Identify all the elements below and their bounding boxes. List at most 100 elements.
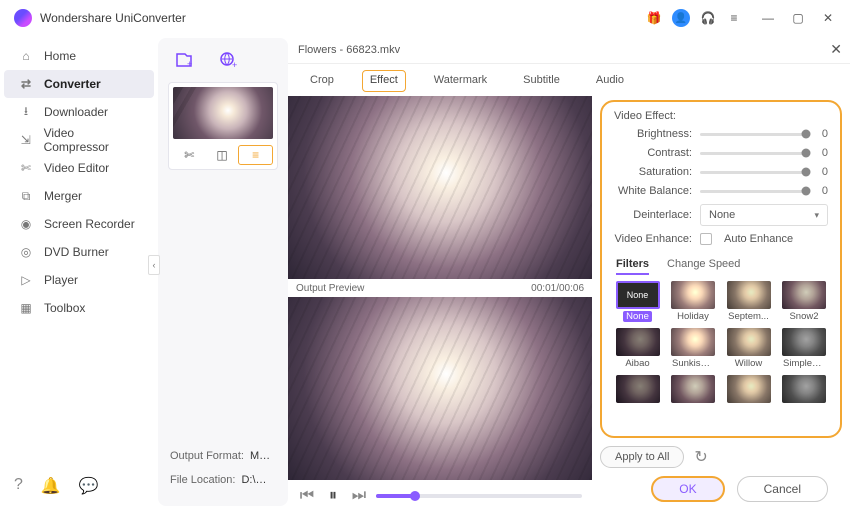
menu-icon[interactable]: ≡ (726, 10, 742, 26)
add-url-button[interactable]: + (218, 50, 238, 70)
sidebar-item-label: Screen Recorder (44, 217, 135, 231)
converter-icon: ⇄ (18, 77, 34, 91)
filter-caption: Willow (732, 358, 765, 369)
maximize-button[interactable]: ▢ (790, 10, 806, 26)
output-format-label: Output Format: (170, 450, 244, 462)
sidebar-item-compressor[interactable]: ⇲ Video Compressor (4, 126, 154, 154)
sidebar-item-downloader[interactable]: ⭳Downloader (4, 98, 154, 126)
minimize-button[interactable]: — (760, 10, 776, 26)
slider-label: White Balance: (614, 185, 692, 197)
editor-tab-subtitle[interactable]: Subtitle (515, 70, 568, 92)
filter-item-11[interactable] (780, 375, 828, 405)
help-icon[interactable]: ? (14, 476, 23, 496)
next-frame-button[interactable]: ⏭ (350, 487, 368, 505)
merge-icon: ⧉ (18, 189, 34, 204)
subtab-filters[interactable]: Filters (616, 258, 649, 275)
sidebar-item-dvd-burner[interactable]: ◎ DVD Burner (4, 238, 154, 266)
sidebar-item-label: Converter (44, 77, 101, 91)
ok-button[interactable]: OK (651, 476, 724, 502)
file-location-value[interactable]: D:\Wondersh (241, 474, 276, 486)
sidebar-item-label: Home (44, 49, 76, 63)
filter-holiday[interactable]: Holiday (669, 281, 717, 322)
filter-item-8[interactable] (614, 375, 661, 405)
filter-septem-[interactable]: Septem... (725, 281, 772, 322)
filter-caption: Aibao (622, 358, 652, 369)
compress-icon: ⇲ (18, 133, 34, 147)
clip-thumbnail (173, 87, 273, 139)
editor-tab-audio[interactable]: Audio (588, 70, 632, 92)
sidebar-item-player[interactable]: ▷Player (4, 266, 154, 294)
trim-tool-icon[interactable]: ✄ (173, 145, 206, 165)
reset-icon[interactable]: ↻ (694, 447, 707, 467)
filter-willow[interactable]: Willow (725, 328, 772, 369)
editor-tab-effect[interactable]: Effect (362, 70, 406, 92)
pause-button[interactable]: ⏸ (324, 487, 342, 505)
toolbox-icon: ▦ (18, 301, 34, 315)
whitebalance-slider[interactable] (700, 190, 806, 193)
sidebar-item-video-editor[interactable]: ✄Video Editor (4, 154, 154, 182)
auto-enhance-checkbox[interactable] (700, 233, 712, 245)
editor-tab-crop[interactable]: Crop (302, 70, 342, 92)
filter-none[interactable]: NoneNone (614, 281, 661, 322)
filter-item-10[interactable] (725, 375, 772, 405)
subtab-change-speed[interactable]: Change Speed (667, 258, 740, 275)
sidebar-item-label: Toolbox (44, 301, 85, 315)
svg-text:+: + (232, 60, 237, 70)
filter-caption: SimpleEl... (780, 358, 828, 369)
output-format-value[interactable]: MP4 HD 720P (250, 450, 276, 462)
close-dialog-button[interactable]: ✕ (830, 41, 842, 58)
sidebar-item-screen-recorder[interactable]: ◉Screen Recorder (4, 210, 154, 238)
apply-to-all-button[interactable]: Apply to All (600, 446, 684, 468)
filter-sunkissed[interactable]: Sunkissed (669, 328, 717, 369)
filter-caption: Septem... (725, 311, 772, 322)
sidebar-collapse-handle[interactable]: ‹ (148, 255, 160, 275)
effect-tool-icon[interactable]: ≡ (238, 145, 273, 165)
preview-original (288, 96, 592, 279)
filter-aibao[interactable]: Aibao (614, 328, 661, 369)
contrast-slider[interactable] (700, 152, 806, 155)
cancel-button[interactable]: Cancel (737, 476, 828, 502)
account-avatar[interactable]: 👤 (672, 9, 690, 27)
effect-editor-dialog: Flowers - 66823.mkv ✕ CropEffectWatermar… (288, 36, 850, 512)
notifications-icon[interactable]: 🔔 (41, 476, 61, 496)
sidebar-item-toolbox[interactable]: ▦ Toolbox (4, 294, 154, 322)
deinterlace-select[interactable]: None▾ (700, 204, 828, 226)
close-window-button[interactable]: ✕ (820, 10, 836, 26)
slider-value: 0 (814, 185, 828, 197)
seek-bar[interactable] (376, 494, 582, 498)
prev-frame-button[interactable]: ⏮ (298, 487, 316, 505)
sidebar-item-merger[interactable]: ⧉Merger (4, 182, 154, 210)
filter-caption: Snow2 (786, 311, 821, 322)
gift-icon[interactable]: 🎁 (646, 10, 662, 26)
brightness-slider[interactable] (700, 133, 806, 136)
filter-item-9[interactable] (669, 375, 717, 405)
support-icon[interactable]: 🎧 (700, 10, 716, 26)
sidebar-item-label: Downloader (44, 105, 108, 119)
filter-caption: Holiday (674, 311, 712, 322)
slider-label: Brightness: (614, 128, 692, 140)
filter-caption: None (623, 311, 652, 322)
clip-card[interactable]: ✄ ◫ ≡ (168, 82, 278, 170)
saturation-slider[interactable] (700, 171, 806, 174)
sidebar-item-home[interactable]: ⌂Home (4, 42, 154, 70)
crop-tool-icon[interactable]: ◫ (206, 145, 239, 165)
filter-snow2[interactable]: Snow2 (780, 281, 828, 322)
sidebar: ⌂Home ⇄ Converter ⭳Downloader ⇲ Video Comp… (0, 36, 158, 512)
slider-label: Saturation: (614, 166, 692, 178)
sidebar-item-label: Video Compressor (44, 126, 140, 154)
scissors-icon: ✄ (18, 161, 34, 175)
svg-text:+: + (187, 59, 192, 69)
feedback-icon[interactable]: 💬 (79, 476, 99, 496)
filter-simpleel-[interactable]: SimpleEl... (780, 328, 828, 369)
disc-icon: ◎ (18, 245, 34, 259)
play-icon: ▷ (18, 273, 34, 287)
sidebar-item-label: DVD Burner (44, 245, 109, 259)
slider-label: Contrast: (614, 147, 692, 159)
editor-tab-watermark[interactable]: Watermark (426, 70, 495, 92)
sidebar-item-converter[interactable]: ⇄ Converter (4, 70, 154, 98)
worklist-panel: + + ✄ ◫ ≡ Output Format:MP4 HD 720P File… (158, 38, 288, 506)
video-enhance-label: Video Enhance: (614, 233, 692, 245)
chevron-down-icon: ▾ (814, 210, 819, 221)
slider-value: 0 (814, 147, 828, 159)
add-file-button[interactable]: + (174, 50, 194, 70)
